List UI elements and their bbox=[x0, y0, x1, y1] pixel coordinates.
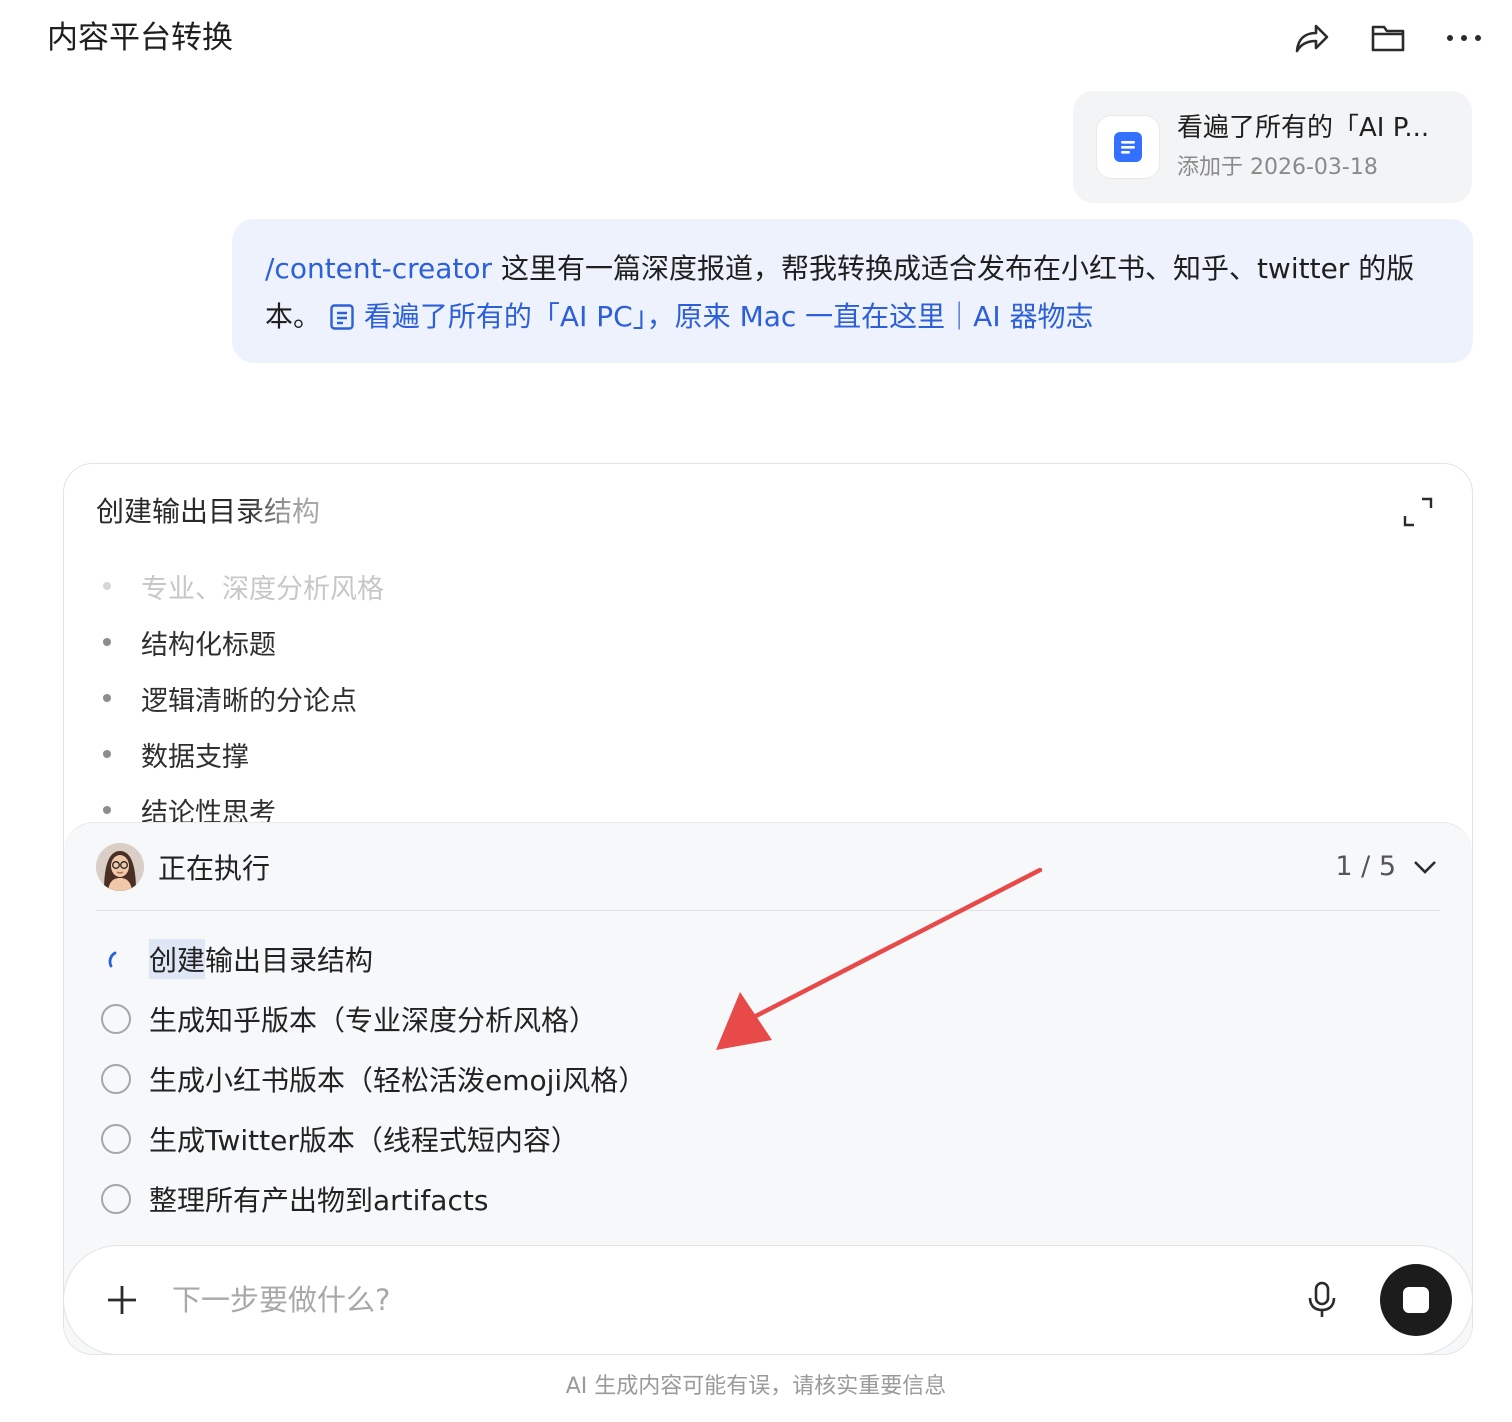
attachment-title: 看遍了所有的「AI P... bbox=[1177, 113, 1430, 143]
bullet-dot bbox=[103, 582, 111, 590]
more-icon bbox=[1447, 35, 1481, 41]
task-item[interactable]: 创建 输出目录结构 bbox=[101, 929, 646, 989]
bullet-text: 结构化标题 bbox=[141, 629, 276, 661]
task-label: 生成知乎版本（专业深度分析风格） bbox=[149, 1004, 598, 1037]
pending-circle-icon bbox=[101, 1064, 131, 1094]
list-item: 专业、深度分析风格 bbox=[100, 558, 1440, 614]
avatar bbox=[96, 842, 144, 891]
task-label: 输出目录结构 bbox=[205, 944, 374, 977]
chevron-down-icon bbox=[1414, 860, 1436, 874]
task-item[interactable]: 整理所有产出物到artifacts bbox=[101, 1169, 646, 1229]
bullet-text: 专业、深度分析风格 bbox=[141, 573, 384, 605]
doc-link-icon bbox=[330, 304, 354, 330]
loading-spinner-icon bbox=[108, 951, 117, 968]
expand-button[interactable] bbox=[1402, 496, 1434, 528]
list-item: 结构化标题 bbox=[100, 614, 1440, 670]
task-label-highlight: 创建 bbox=[149, 939, 206, 979]
attachment-icon-wrap bbox=[1097, 116, 1159, 178]
pending-circle-icon bbox=[101, 1004, 131, 1034]
header-actions bbox=[1294, 18, 1482, 58]
collapse-button[interactable] bbox=[1410, 852, 1440, 882]
share-icon bbox=[1295, 24, 1329, 53]
task-progress: 1 / 5 bbox=[1335, 851, 1396, 882]
bullet-dot bbox=[103, 694, 111, 702]
folder-button[interactable] bbox=[1370, 18, 1406, 58]
share-button[interactable] bbox=[1294, 18, 1330, 58]
stop-icon bbox=[1403, 1287, 1429, 1313]
bullet-dot bbox=[103, 806, 111, 814]
task-status: 正在执行 bbox=[158, 851, 271, 885]
avatar-image bbox=[96, 842, 144, 891]
attachment-card[interactable]: 看遍了所有的「AI P... 添加于 2026-03-18 bbox=[1073, 91, 1472, 203]
doc-link[interactable]: 看遍了所有的「AI PC」，原来 Mac 一直在这里｜AI 器物志 bbox=[330, 300, 1094, 333]
user-message: /content-creator 这里有一篇深度报道，帮我转换成适合发布在小红书… bbox=[232, 219, 1473, 363]
artifact-card: 创建输出目录结构 专业、深度分析风格 结构化标题 逻辑清晰的分论点 数据支撑 结… bbox=[63, 463, 1473, 1355]
plus-icon bbox=[108, 1286, 136, 1314]
stop-button[interactable] bbox=[1380, 1264, 1452, 1336]
list-item: 逻辑清晰的分论点 bbox=[100, 670, 1440, 726]
microphone-button[interactable] bbox=[1302, 1280, 1342, 1320]
bullet-dot bbox=[103, 750, 111, 758]
task-label: 整理所有产出物到artifacts bbox=[149, 1184, 489, 1217]
bullet-text: 数据支撑 bbox=[141, 741, 249, 773]
chat-page: 内容平台转换 看遍了所有的「AI P... 添加于 2026-03-18 /co… bbox=[0, 0, 1512, 1422]
task-label: 生成Twitter版本（线程式短内容） bbox=[149, 1124, 579, 1157]
document-icon bbox=[1114, 132, 1142, 162]
list-item: 数据支撑 bbox=[100, 726, 1440, 782]
more-button[interactable] bbox=[1446, 18, 1482, 58]
task-item[interactable]: 生成Twitter版本（线程式短内容） bbox=[101, 1109, 646, 1169]
disclaimer: AI 生成内容可能有误，请核实重要信息 bbox=[565, 1374, 947, 1399]
task-list: 创建 输出目录结构 生成知乎版本（专业深度分析风格） 生成小红书版本（轻松活泼em… bbox=[101, 929, 646, 1229]
attachment-date: 添加于 2026-03-18 bbox=[1177, 155, 1378, 180]
task-label: 生成小红书版本（轻松活泼emoji风格） bbox=[149, 1064, 647, 1097]
folder-icon bbox=[1371, 25, 1405, 52]
command-tag[interactable]: /content-creator bbox=[265, 252, 492, 285]
message-input[interactable] bbox=[172, 1283, 1302, 1317]
pending-circle-icon bbox=[101, 1184, 131, 1214]
composer bbox=[63, 1245, 1473, 1355]
artifact-title: 创建输出目录结构 bbox=[96, 495, 321, 528]
doc-link-label: 看遍了所有的「AI PC」，原来 Mac 一直在这里｜AI 器物志 bbox=[363, 300, 1094, 333]
artifact-bullet-list: 专业、深度分析风格 结构化标题 逻辑清晰的分论点 数据支撑 结论性思考 bbox=[100, 558, 1440, 838]
task-header[interactable]: 正在执行 1 / 5 bbox=[96, 823, 1440, 911]
add-attachment-button[interactable] bbox=[102, 1280, 142, 1320]
bullet-dot bbox=[103, 638, 111, 646]
expand-icon bbox=[1403, 497, 1433, 527]
bullet-text: 逻辑清晰的分论点 bbox=[141, 685, 357, 717]
pending-circle-icon bbox=[101, 1124, 131, 1154]
microphone-icon bbox=[1308, 1281, 1336, 1317]
task-item[interactable]: 生成小红书版本（轻松活泼emoji风格） bbox=[101, 1049, 646, 1109]
task-item[interactable]: 生成知乎版本（专业深度分析风格） bbox=[101, 989, 646, 1049]
conversation-title: 内容平台转换 bbox=[47, 20, 233, 56]
